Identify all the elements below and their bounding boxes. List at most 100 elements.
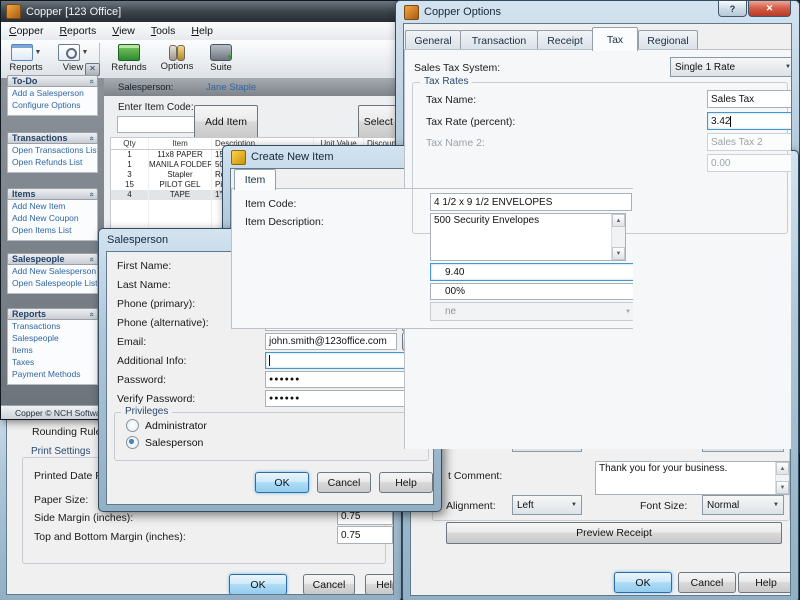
receipt-cancel-button[interactable]: Cancel [678,572,736,593]
phone-primary-label: Phone (primary): [117,298,195,310]
phone-alt-label: Phone (alternative): [117,317,209,329]
tax-name-label: Tax Name: [426,94,476,106]
help-icon[interactable]: ? [718,1,747,17]
salesperson-label: Salesperson: [118,82,173,93]
tab-tax[interactable]: Tax [592,27,638,51]
tax-name2-field[interactable]: Sales Tax 2 [707,133,792,151]
sidebar-item-configure-options[interactable]: Configure Options [8,99,97,111]
tax-name-field[interactable]: Sales Tax [707,90,792,108]
tax-name2-label: Tax Name 2: [426,137,485,149]
salesperson-ok-button[interactable]: OK [255,472,309,493]
tab-general[interactable]: General [405,30,461,50]
top-bottom-margin-field[interactable]: 0.75 [337,526,393,544]
receipt-ok-button[interactable]: OK [614,572,672,593]
tab-receipt[interactable]: Receipt [537,30,593,50]
select-item-button[interactable]: Select Item [358,105,398,139]
sidebar-item-add-new-coupon[interactable]: Add New Coupon [8,212,97,224]
scrollbar[interactable]: ▲▼ [611,214,625,260]
toolbar-reports-button[interactable]: ▼ Reports [1,40,51,76]
sidebar-item-report-payment-methods[interactable]: Payment Methods [8,368,97,380]
salesperson-header-bar: Salesperson: Jane Staple [104,78,398,96]
password-label: Password: [117,374,166,386]
view-icon [58,44,80,61]
options-title: Copper Options [424,6,501,18]
tab-item[interactable]: Item [234,169,276,190]
print-settings-group-label: Print Settings [27,446,94,457]
close-icon[interactable]: ✕ [748,1,791,17]
sidebar-item-add-salesperson[interactable]: Add a Salesperson [8,87,97,99]
paper-size-label: Paper Size: [34,494,88,506]
preview-receipt-button[interactable]: Preview Receipt [446,522,782,544]
sidebar-section-todo[interactable]: To-Do« [7,75,98,87]
status-text: Copper © NCH Software [15,408,108,418]
email-field[interactable]: john.smith@123office.com [265,333,397,350]
bottom-comment-textarea[interactable]: Thank you for your business. ▲▼ [595,461,790,495]
sidebar-item-open-refunds[interactable]: Open Refunds List [8,156,97,168]
sidebar-section-salespeople[interactable]: Salespeople« [7,253,98,265]
item-code-label: Item Code: [245,198,296,210]
print-ok-button[interactable]: OK [229,574,287,595]
tab-regional[interactable]: Regional [638,30,698,50]
sidebar-item-report-items[interactable]: Items [8,344,97,356]
sidebar-item-report-salespeople[interactable]: Salespeople [8,332,97,344]
radio-salesperson[interactable]: Salesperson [126,436,203,449]
sidebar-item-report-taxes[interactable]: Taxes [8,356,97,368]
main-titlebar[interactable]: Copper [123 Office] [1,1,398,22]
sidebar-item-report-transactions[interactable]: Transactions [8,320,97,332]
toolbar: ▼ Reports ▼ View Refunds Options Suite [1,40,398,79]
sidebar-section-items[interactable]: Items« [7,188,98,200]
print-cancel-button[interactable]: Cancel [303,574,355,595]
print-help-button[interactable]: Help [365,574,394,595]
item-tax-dropdown[interactable]: ne▼ [430,302,634,321]
receipt-help-button[interactable]: Help [738,572,791,593]
radio-administrator[interactable]: Administrator [126,419,207,432]
sidebar-item-open-transactions[interactable]: Open Transactions List [8,144,97,156]
rounding-rule-label: Rounding Rule: [32,426,104,438]
reports-icon [11,44,33,61]
col-item[interactable]: Item [149,138,212,149]
item-code-input[interactable] [117,116,199,133]
sidebar-panel-items: Add New Item Add New Coupon Open Items L… [7,200,98,241]
salesperson-title: Salesperson [107,234,168,246]
item-dialog-title: Create New Item [251,151,334,163]
salesperson-link[interactable]: Jane Staple [206,82,256,93]
toolbar-suite-button[interactable]: Suite [200,40,242,76]
first-name-label: First Name: [117,260,171,272]
sidebar-item-add-new-salesperson[interactable]: Add New Salesperson [8,265,97,277]
toolbar-options-button[interactable]: Options [154,40,200,76]
item-price-field[interactable]: 9.40 [430,263,634,281]
sidebar-section-transactions[interactable]: Transactions« [7,132,98,144]
bottom-alignment-dropdown[interactable]: Left▼ [512,495,582,515]
bottom-comment-label: t Comment: [448,470,502,482]
sidebar-section-reports[interactable]: Reports« [7,308,98,320]
sidebar: ✕ To-Do« Add a Salesperson Configure Opt… [1,78,104,405]
sidebar-item-add-new-item[interactable]: Add New Item [8,200,97,212]
menu-reports[interactable]: Reports [51,23,104,39]
item-description-textarea[interactable]: 500 Security Envelopes ▲▼ [430,213,626,261]
bottom-font-size-dropdown[interactable]: Normal▼ [702,495,784,515]
tab-transaction[interactable]: Transaction [460,30,538,50]
sales-tax-system-label: Sales Tax System: [414,62,500,74]
add-item-button[interactable]: Add Item [194,105,258,139]
sales-tax-system-dropdown[interactable]: Single 1 Rate▼ [670,57,792,77]
menu-copper[interactable]: Copper [1,23,51,39]
sidebar-panel-todo: Add a Salesperson Configure Options [7,87,98,116]
tax-rate2-field[interactable]: 0.00 [707,154,792,172]
menu-view[interactable]: View [104,23,143,39]
item-percent-field[interactable]: 00% [430,283,634,300]
sidebar-item-open-salespeople-list[interactable]: Open Salespeople List [8,277,97,289]
chevron-down-icon: ▼ [773,502,779,508]
tax-rates-group-label: Tax Rates [420,76,472,87]
menu-tools[interactable]: Tools [143,23,184,39]
salesperson-help-button[interactable]: Help [379,472,433,493]
scrollbar[interactable]: ▲▼ [775,462,789,494]
item-code-field[interactable]: 4 1/2 x 9 1/2 ENVELOPES [430,193,632,211]
tax-rate-field[interactable]: 3.42 [707,112,792,130]
salesperson-cancel-button[interactable]: Cancel [317,472,371,493]
toolbar-refunds-button[interactable]: Refunds [104,40,154,76]
col-qty[interactable]: Qty [111,138,149,149]
menu-help[interactable]: Help [183,23,221,39]
copper-options-icon [404,5,419,20]
menu-bar: Copper Reports View Tools Help [1,22,398,41]
sidebar-item-open-items-list[interactable]: Open Items List [8,224,97,236]
